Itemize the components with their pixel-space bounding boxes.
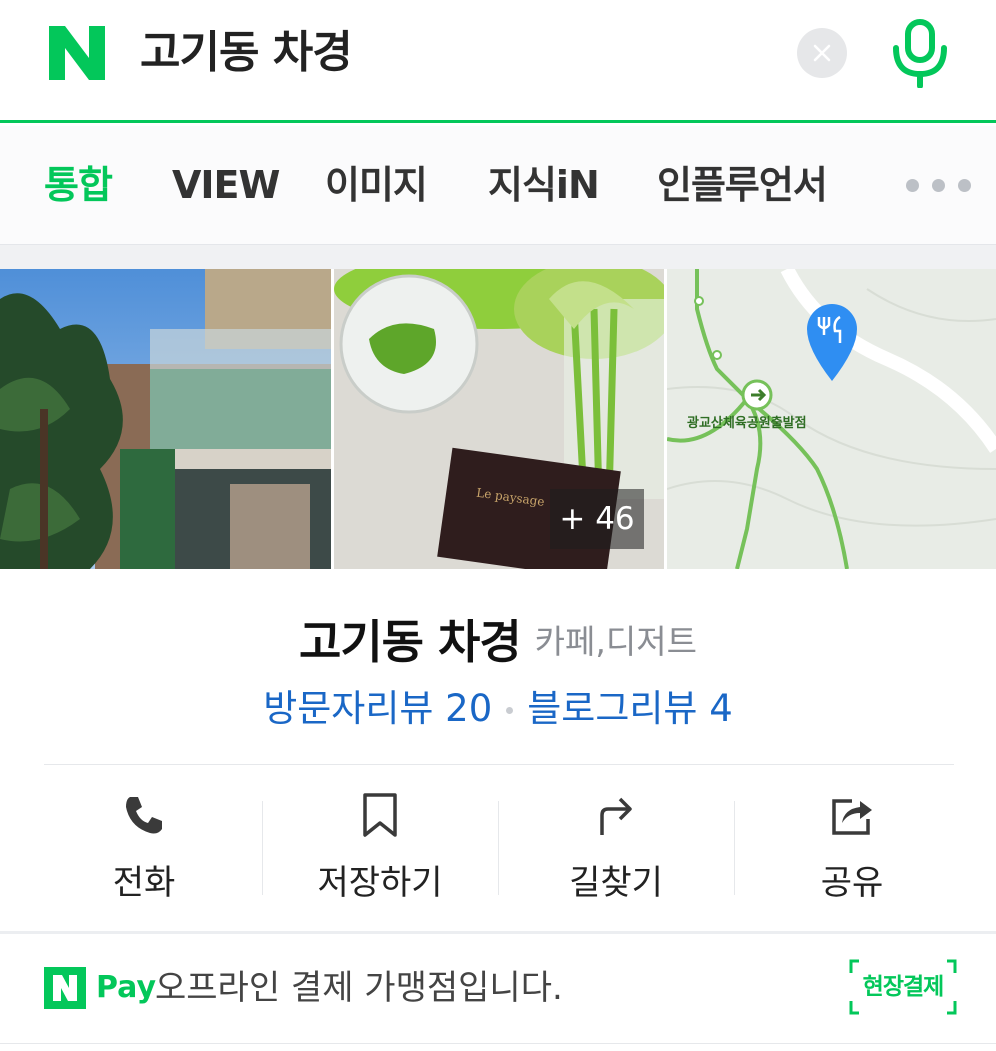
more-photos-badge[interactable]: + 46 xyxy=(550,489,644,549)
onsite-payment-label: 현장결제 xyxy=(862,974,945,1000)
share-label: 공유 xyxy=(820,863,884,903)
clear-search-button[interactable] xyxy=(797,28,847,78)
pay-message: 오프라인 결제 가맹점입니다. xyxy=(155,968,563,1008)
onsite-payment-badge[interactable]: 현장결제 xyxy=(849,959,957,1015)
call-label: 전화 xyxy=(112,863,176,903)
naver-pay-logo xyxy=(44,967,86,1009)
terrarium-photo[interactable]: Le paysage + 46 xyxy=(334,269,664,569)
save-label: 저장하기 xyxy=(317,863,443,903)
map-thumbnail[interactable]: 광교산체육공원출발점 xyxy=(667,269,996,569)
phone-icon xyxy=(126,797,162,834)
photo-strip: Le paysage + 46 광교산체육공원출발점 xyxy=(0,269,996,569)
more-tabs-icon[interactable] xyxy=(906,179,972,193)
microphone-icon[interactable] xyxy=(888,18,952,88)
tab-influencer[interactable]: 인플루언서 xyxy=(657,162,828,208)
building-photo[interactable] xyxy=(0,269,331,569)
bookmark-icon xyxy=(363,793,397,837)
tab-knowledge-in[interactable]: 지식iN xyxy=(488,162,600,208)
section-gap xyxy=(0,245,996,269)
divider xyxy=(0,1043,996,1044)
share-icon xyxy=(832,799,872,835)
map-place-label: 광교산체육공원출발점 xyxy=(687,415,807,431)
tab-integrated[interactable]: 통합 xyxy=(44,162,113,208)
directions-icon xyxy=(600,797,632,835)
search-bar: 고기동 차경 xyxy=(0,0,996,123)
naver-pay-banner[interactable]: Pay 오프라인 결제 가맹점입니다. 현장결제 xyxy=(0,934,996,1044)
share-button[interactable]: 공유 xyxy=(734,765,970,931)
tab-view[interactable]: VIEW xyxy=(172,162,280,208)
directions-label: 길찾기 xyxy=(569,863,663,903)
visitor-reviews-link[interactable]: 방문자리뷰 20 xyxy=(263,687,492,730)
place-name[interactable]: 고기동 차경 xyxy=(299,615,522,669)
separator-dot xyxy=(506,707,514,714)
naver-logo[interactable] xyxy=(45,24,109,82)
pay-brand: Pay xyxy=(96,970,157,1005)
review-links: 방문자리뷰 20 블로그리뷰 4 xyxy=(0,678,996,732)
search-query[interactable]: 고기동 차경 xyxy=(140,24,353,82)
search-tabs: 통합 VIEW 이미지 지식iN 인플루언서 xyxy=(0,126,996,245)
place-title-row: 고기동 차경 카페,디저트 xyxy=(0,606,996,672)
close-icon xyxy=(813,44,831,62)
save-button[interactable]: 저장하기 xyxy=(262,765,498,931)
place-category: 카페,디저트 xyxy=(534,622,697,661)
directions-button[interactable]: 길찾기 xyxy=(498,765,734,931)
action-bar: 전화 저장하기 길찾기 공유 xyxy=(26,765,970,931)
blog-reviews-link[interactable]: 블로그리뷰 4 xyxy=(527,687,733,730)
call-button[interactable]: 전화 xyxy=(26,765,262,931)
tab-images[interactable]: 이미지 xyxy=(325,162,428,208)
